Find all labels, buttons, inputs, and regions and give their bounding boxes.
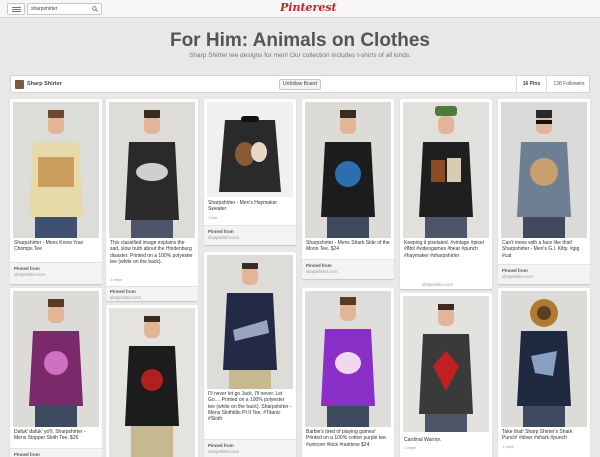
pin-card[interactable]: Sharpshirter - Men's Haymaker Sweater 1 …: [204, 99, 296, 245]
pin-description: I'll never let go Jack, I'll never. Let …: [208, 391, 292, 423]
pin-description: This classified image explains the sad, …: [110, 240, 193, 265]
unfollow-board-button[interactable]: Unfollow Board: [279, 79, 321, 90]
pin-image[interactable]: [403, 296, 489, 432]
pin-footer: Pinned from sharpshirter.com: [498, 264, 590, 284]
pinned-from-source[interactable]: sharpshirter.com: [502, 274, 533, 279]
search-input[interactable]: sharpshirter: [27, 3, 102, 15]
pin-card[interactable]: Keeping it pixelated. #vintage #pixel #8…: [400, 99, 492, 289]
pin-image[interactable]: [501, 102, 587, 238]
pin-footer: Pinned from sharpshirter.com: [10, 262, 102, 284]
pin-footer: Pinned from sharpshirter.com: [106, 286, 198, 301]
pin-footer: Pinned from sharpshirter.com: [302, 259, 394, 279]
owner-avatar[interactable]: [15, 80, 24, 89]
pinned-from-source[interactable]: sharpshirter.com: [208, 235, 239, 240]
pinned-from-source[interactable]: sharpshirter.com: [14, 272, 45, 277]
pinned-from-label: Pinned from: [110, 289, 136, 294]
repin-count[interactable]: 1 repin: [404, 445, 416, 450]
pinned-from-label: Pinned from: [14, 266, 40, 271]
pinned-from-label: Pinned from: [208, 443, 234, 448]
pin-description: Sharpshirter - Mens Shark Side of the Mo…: [306, 240, 390, 253]
repin-count[interactable]: 1 repin: [502, 444, 514, 449]
pin-description: Sharpshirter - Mens Know Your Chomps Tee: [14, 240, 84, 253]
pin-description: Dafuk' dafuk' yo'll. Sharpshirter - Mens…: [14, 429, 86, 442]
pin-description: Can't mess with a face like that! Sharps…: [502, 240, 580, 259]
pinned-from-label: Pinned from: [306, 263, 332, 268]
pin-image[interactable]: [305, 291, 391, 427]
board-description: Sharp Shirter tee designs for men! Our c…: [189, 52, 411, 59]
pin-image[interactable]: [13, 102, 99, 238]
followers-count-tab[interactable]: 138 Followers: [546, 76, 591, 92]
pin-card[interactable]: Dafuk' dafuk' yo'll. Sharpshirter - Mens…: [10, 288, 102, 457]
pin-image[interactable]: [109, 102, 195, 238]
pin-card[interactable]: Sharpshirter - Mens Shark Side of the Mo…: [302, 99, 394, 279]
pinned-from-source[interactable]: sharpshirter.com: [208, 449, 239, 454]
pin-card[interactable]: [106, 305, 198, 457]
pin-description: Take that! Sharp Shirter's Shark Punch! …: [502, 429, 573, 442]
pin-card[interactable]: I'll never let go Jack, I'll never. Let …: [204, 252, 296, 457]
pin-card[interactable]: Take that! Sharp Shirter's Shark Punch! …: [498, 288, 590, 457]
pin-image[interactable]: [109, 308, 195, 457]
pinned-from-label: Pinned from: [208, 229, 234, 234]
pinterest-logo[interactable]: Pinterest: [280, 1, 337, 14]
pin-footer: Pinned from sharpshirter.com: [204, 225, 296, 245]
pin-image[interactable]: [403, 102, 489, 238]
pin-card[interactable]: Cardinal Warrior. 1 repin: [400, 293, 492, 457]
pin-description: Sharpshirter - Men's Haymaker Sweater: [208, 200, 278, 213]
pin-footer: Pinned from: [10, 448, 102, 457]
repin-count[interactable]: 1 like: [208, 215, 217, 220]
board-info-bar: Sharp Shirter Unfollow Board 16 Pins 138…: [10, 75, 590, 93]
pin-card[interactable]: Barbie's tired of playing games! Printed…: [302, 288, 394, 457]
pin-image[interactable]: [207, 102, 293, 197]
pinned-from-source[interactable]: sharpshirter.com: [306, 269, 337, 274]
pin-card[interactable]: This classified image explains the sad, …: [106, 99, 198, 301]
repin-count[interactable]: 1 repin: [110, 277, 122, 282]
pin-description: Keeping it pixelated. #vintage #pixel #8…: [404, 240, 484, 259]
menu-button[interactable]: [7, 3, 25, 15]
pinned-from-label: Pinned from: [14, 452, 40, 457]
owner-name[interactable]: Sharp Shirter: [27, 81, 62, 87]
pin-image[interactable]: [13, 291, 99, 427]
top-bar: sharpshirter Pinterest: [0, 0, 600, 18]
pin-image[interactable]: [305, 102, 391, 238]
pin-image[interactable]: [207, 255, 293, 389]
search-input-value: sharpshirter: [31, 6, 58, 12]
search-icon[interactable]: [92, 6, 98, 12]
pin-card[interactable]: Can't mess with a face like that! Sharps…: [498, 99, 590, 284]
pinned-from-source[interactable]: sharpshirter.com: [110, 295, 141, 300]
board-title: For Him: Animals on Clothes: [169, 30, 431, 51]
pin-image[interactable]: [501, 291, 587, 427]
pins-count-tab[interactable]: 16 Pins: [516, 76, 546, 92]
pin-description: Barbie's tired of playing games! Printed…: [306, 429, 388, 448]
pinned-from-source[interactable]: sharpshirter.com: [422, 282, 453, 287]
pin-footer: Pinned from sharpshirter.com: [204, 439, 296, 457]
pin-description: Cardinal Warrior.: [404, 437, 442, 443]
pinned-from-label: Pinned from: [502, 268, 528, 273]
pin-card[interactable]: Sharpshirter - Mens Know Your Chomps Tee…: [10, 99, 102, 284]
